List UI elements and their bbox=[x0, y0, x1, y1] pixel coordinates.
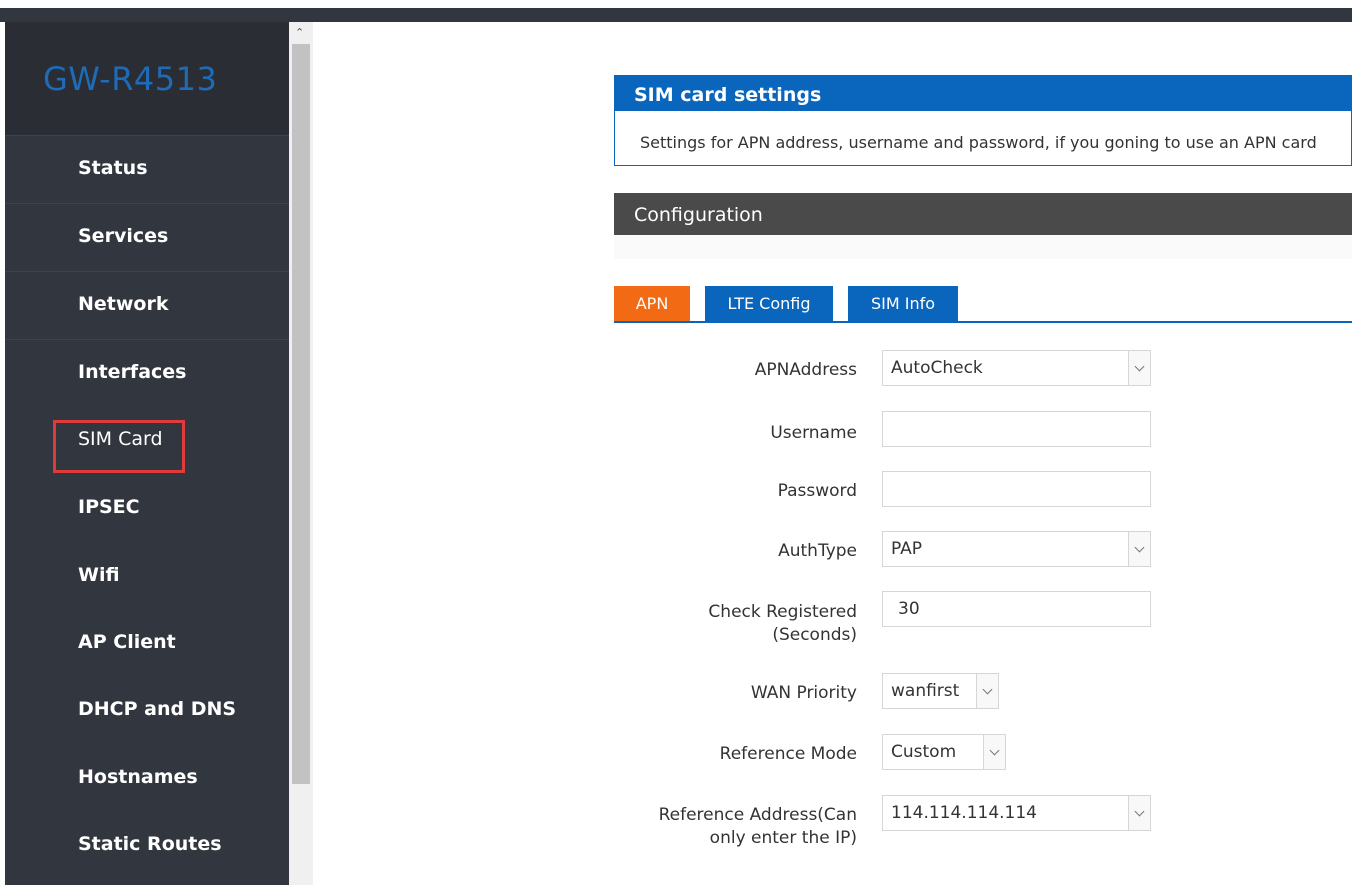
brand-area: GW-R4513 bbox=[5, 22, 289, 135]
chevron-down-icon[interactable] bbox=[1128, 351, 1150, 385]
sidebar-scrollbar[interactable]: ⌃ bbox=[289, 22, 313, 885]
reference-mode-value: Custom bbox=[891, 742, 957, 762]
reference-address-value: 114.114.114.114 bbox=[891, 803, 1038, 823]
sidebar-item-label: Static Routes bbox=[78, 833, 222, 855]
wan-priority-label: WAN Priority bbox=[750, 683, 857, 703]
selection-highlight-box bbox=[53, 420, 185, 473]
sidebar-item-label: Hostnames bbox=[78, 766, 198, 788]
sidebar-item-dhcp-dns[interactable]: DHCP and DNS bbox=[5, 677, 289, 744]
sidebar-item-interfaces[interactable]: Interfaces bbox=[5, 339, 289, 406]
auth-type-value: PAP bbox=[891, 539, 923, 559]
sidebar-item-ipsec[interactable]: IPSEC bbox=[5, 475, 289, 542]
username-field[interactable] bbox=[882, 411, 1151, 447]
sidebar-item-static-routes[interactable]: Static Routes bbox=[5, 812, 289, 879]
reference-address-label: Reference Address(Can only enter the IP) bbox=[617, 804, 857, 850]
scroll-up-icon[interactable]: ⌃ bbox=[295, 26, 304, 39]
auth-type-select[interactable]: PAP bbox=[882, 531, 1151, 567]
sidebar-item-network[interactable]: Network bbox=[5, 271, 289, 338]
chevron-down-icon[interactable] bbox=[1128, 796, 1150, 830]
wan-priority-value: wanfirst bbox=[891, 681, 960, 701]
sidebar-item-status[interactable]: Status bbox=[5, 135, 289, 202]
top-dark-strip bbox=[0, 8, 1352, 22]
window-top-area bbox=[0, 0, 1352, 22]
sidebar-item-label: Wifi bbox=[78, 564, 120, 586]
sidebar-item-label: Status bbox=[78, 157, 148, 179]
tab-lte-config[interactable]: LTE Config bbox=[705, 286, 833, 322]
page-title: SIM card settings bbox=[634, 84, 822, 106]
sidebar-item-label: Network bbox=[78, 293, 169, 315]
check-registered-label-line1: Check Registered bbox=[708, 602, 857, 622]
check-registered-label: Check Registered (Seconds) bbox=[617, 601, 857, 647]
configuration-bar: Configuration bbox=[614, 193, 1352, 235]
sidebar-item-wifi[interactable]: Wifi bbox=[5, 543, 289, 610]
sidebar: GW-R4513 Status Services Network Interfa… bbox=[5, 22, 289, 885]
tabs-underline bbox=[614, 321, 1352, 323]
sim-settings-description: Settings for APN address, username and p… bbox=[614, 111, 1352, 166]
chevron-down-icon[interactable] bbox=[1128, 532, 1150, 566]
sidebar-item-label: IPSEC bbox=[78, 496, 140, 518]
check-registered-label-line2: (Seconds) bbox=[772, 625, 857, 645]
description-text: Settings for APN address, username and p… bbox=[640, 133, 1317, 152]
password-field[interactable] bbox=[882, 471, 1151, 507]
apn-address-label: APNAddress bbox=[754, 360, 857, 380]
reference-mode-select[interactable]: Custom bbox=[882, 734, 1006, 770]
auth-type-label: AuthType bbox=[778, 541, 857, 561]
reference-mode-label: Reference Mode bbox=[719, 744, 857, 764]
main-content: SIM card settings Settings for APN addre… bbox=[313, 22, 1352, 885]
tab-sim-info[interactable]: SIM Info bbox=[848, 286, 958, 322]
section-title: Configuration bbox=[634, 204, 763, 226]
sidebar-item-label: Services bbox=[78, 225, 169, 247]
password-label: Password bbox=[777, 481, 857, 501]
brand-title: GW-R4513 bbox=[43, 60, 218, 98]
username-label: Username bbox=[770, 423, 857, 443]
scroll-thumb[interactable] bbox=[292, 44, 310, 784]
chevron-down-icon[interactable] bbox=[983, 735, 1005, 769]
reference-address-select[interactable]: 114.114.114.114 bbox=[882, 795, 1151, 831]
sidebar-item-services[interactable]: Services bbox=[5, 203, 289, 270]
check-registered-field[interactable]: 30 bbox=[882, 591, 1151, 627]
configuration-spacer bbox=[614, 235, 1352, 259]
reference-address-label-line1: Reference Address(Can bbox=[658, 805, 857, 825]
chevron-down-icon[interactable] bbox=[976, 674, 998, 708]
sidebar-item-label: Interfaces bbox=[78, 361, 187, 383]
sidebar-item-label: AP Client bbox=[78, 631, 176, 653]
tab-apn[interactable]: APN bbox=[614, 286, 690, 322]
reference-address-label-line2: only enter the IP) bbox=[709, 828, 857, 848]
apn-address-select[interactable]: AutoCheck bbox=[882, 350, 1151, 386]
sidebar-item-ap-client[interactable]: AP Client bbox=[5, 610, 289, 677]
sidebar-item-hostnames[interactable]: Hostnames bbox=[5, 745, 289, 812]
check-registered-value: 30 bbox=[898, 599, 920, 619]
wan-priority-select[interactable]: wanfirst bbox=[882, 673, 999, 709]
apn-address-value: AutoCheck bbox=[891, 358, 983, 378]
sidebar-item-label: DHCP and DNS bbox=[78, 698, 237, 720]
sim-settings-header: SIM card settings bbox=[614, 75, 1352, 111]
